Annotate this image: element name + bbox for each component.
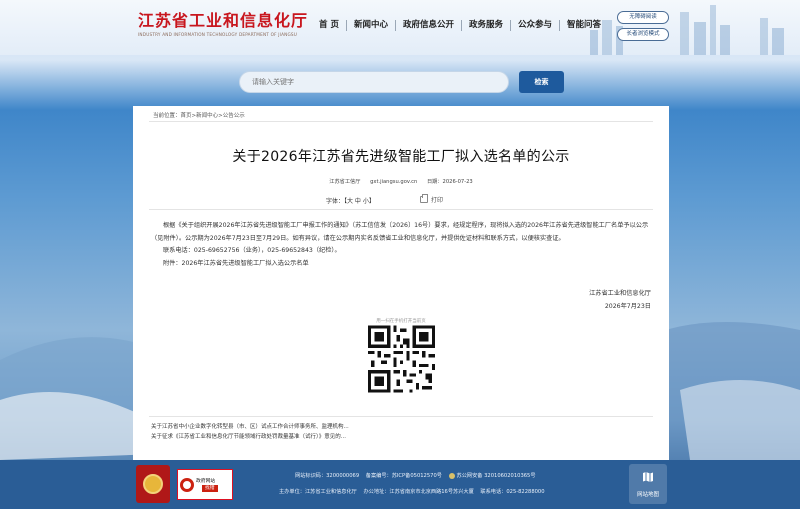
icp-number[interactable]: 备案编号：苏ICP备05012570号: [366, 473, 442, 479]
nav-news[interactable]: 新闻中心: [347, 20, 396, 31]
footer-registration: 网站标识码：3200000069 备案编号：苏ICP备05012570号 苏公网…: [295, 472, 536, 479]
gov-site-error-report[interactable]: 政府网站 找错: [177, 469, 233, 500]
map-icon: [643, 472, 653, 482]
signature-org: 江苏省工业和信息化厅: [589, 290, 651, 297]
sitemap-label: 网站地图: [636, 492, 659, 498]
breadcrumb-path[interactable]: 首页>新闻中心>公告公示: [181, 113, 245, 119]
header-bar: 江苏省工业和信息化厅 INDUSTRY AND INFORMATION TECH…: [0, 0, 800, 55]
site-logo[interactable]: 江苏省工业和信息化厅 INDUSTRY AND INFORMATION TECH…: [138, 11, 309, 38]
elder-mode-button[interactable]: 长者浏览模式: [617, 28, 669, 41]
footer-contact: 主办单位：江苏省工业和信息化厅 办公地址：江苏省南京市北京西路16号苏兴大厦 联…: [279, 488, 545, 495]
font-size-switch[interactable]: 字体：【大 中 小】: [326, 196, 375, 205]
print-label: 打印: [431, 197, 444, 204]
signature-date: 2026年7月23日: [604, 302, 651, 310]
footer-phone: 联系电话：025-82288000: [480, 489, 545, 495]
qr-code: [368, 325, 435, 393]
qr-caption: 用一扫在手机打开当前页: [376, 319, 426, 324]
error-report-button: 找错: [202, 484, 218, 492]
breadcrumb-prefix: 当前位置：: [153, 113, 181, 119]
nav-participation[interactable]: 公众参与: [511, 20, 561, 31]
article-signature: 江苏省工业和信息化厅 2026年7月23日: [589, 288, 651, 313]
police-record[interactable]: 苏公网安备 32010602010365号: [457, 473, 536, 479]
logo-subtitle: INDUSTRY AND INFORMATION TECHNOLOGY DEPA…: [138, 32, 298, 37]
article-domain: gxt.jiangsu.gov.cn: [370, 179, 418, 185]
party-gov-emblem-icon[interactable]: [136, 465, 170, 503]
article-contact: 联系电话：025-69652756（业务），025-69652843（纪检）。: [163, 247, 341, 254]
nav-gov-info[interactable]: 政府信息公开: [396, 20, 462, 31]
article-date: 日期：2026-07-23: [426, 179, 473, 185]
print-button[interactable]: 打印: [420, 194, 444, 204]
nav-services[interactable]: 政务服务: [462, 20, 512, 31]
emblem-icon: [143, 474, 163, 494]
nav-home[interactable]: 首 页: [312, 20, 347, 31]
related-link[interactable]: 关于征求《江苏省工业和信息化厅节能领域行政处罚裁量基准（试行）》意见的...: [151, 432, 349, 442]
search-input[interactable]: [239, 71, 509, 93]
mode-buttons: 无障碍阅读 长者浏览模式: [617, 11, 669, 41]
divider: [149, 121, 653, 122]
printer-icon: [420, 194, 428, 203]
article-meta: 江苏省工信厅 gxt.jiangsu.gov.cn 日期：2026-07-23: [133, 178, 669, 185]
logo-title: 江苏省工业和信息化厅: [138, 11, 309, 30]
main-nav: 首 页 新闻中心 政府信息公开 政务服务 公众参与 智能问答: [312, 20, 608, 31]
accessibility-button[interactable]: 无障碍阅读: [617, 11, 669, 24]
sitemap-button[interactable]: 网站地图: [629, 464, 667, 504]
nav-smart-qa[interactable]: 智能问答: [560, 20, 608, 31]
breadcrumb: 当前位置：首页>新闻中心>公告公示: [153, 111, 245, 119]
related-link[interactable]: 关于江苏省中小企业数字化转型县（市、区）试点工作合计师事务所、监理机构...: [151, 422, 349, 432]
article-attachment[interactable]: 附件：2026年江苏省先进级智能工厂拟入选公示名单: [151, 258, 653, 271]
article-paragraph: 根据《关于组织开展2026年江苏省先进级智能工厂申报工作的通知》（苏工信信发〔2…: [151, 222, 649, 242]
error-report-icon: [180, 477, 194, 492]
host-org: 主办单位：江苏省工业和信息化厅: [279, 489, 357, 495]
site-code: 网站标识码：3200000069: [295, 473, 360, 479]
article-panel: 当前位置：首页>新闻中心>公告公示 关于2026年江苏省先进级智能工厂拟入选名单…: [133, 106, 669, 460]
article-body: 根据《关于组织开展2026年江苏省先进级智能工厂申报工作的通知》（苏工信信发〔2…: [151, 220, 653, 270]
divider: [149, 209, 653, 210]
police-badge-icon: [448, 472, 455, 479]
article-title: 关于2026年江苏省先进级智能工厂拟入选名单的公示: [232, 149, 570, 165]
error-report-title: 政府网站: [196, 478, 216, 484]
search-button[interactable]: 检索: [519, 71, 564, 93]
article-source: 江苏省工信厅: [329, 179, 361, 185]
footer: 政府网站 找错 网站标识码：3200000069 备案编号：苏ICP备05012…: [0, 460, 800, 509]
related-links: 关于江苏省中小企业数字化转型县（市、区）试点工作合计师事务所、监理机构... 关…: [151, 422, 349, 442]
divider: [149, 416, 653, 417]
office-address: 办公地址：江苏省南京市北京西路16号苏兴大厦: [363, 489, 474, 495]
